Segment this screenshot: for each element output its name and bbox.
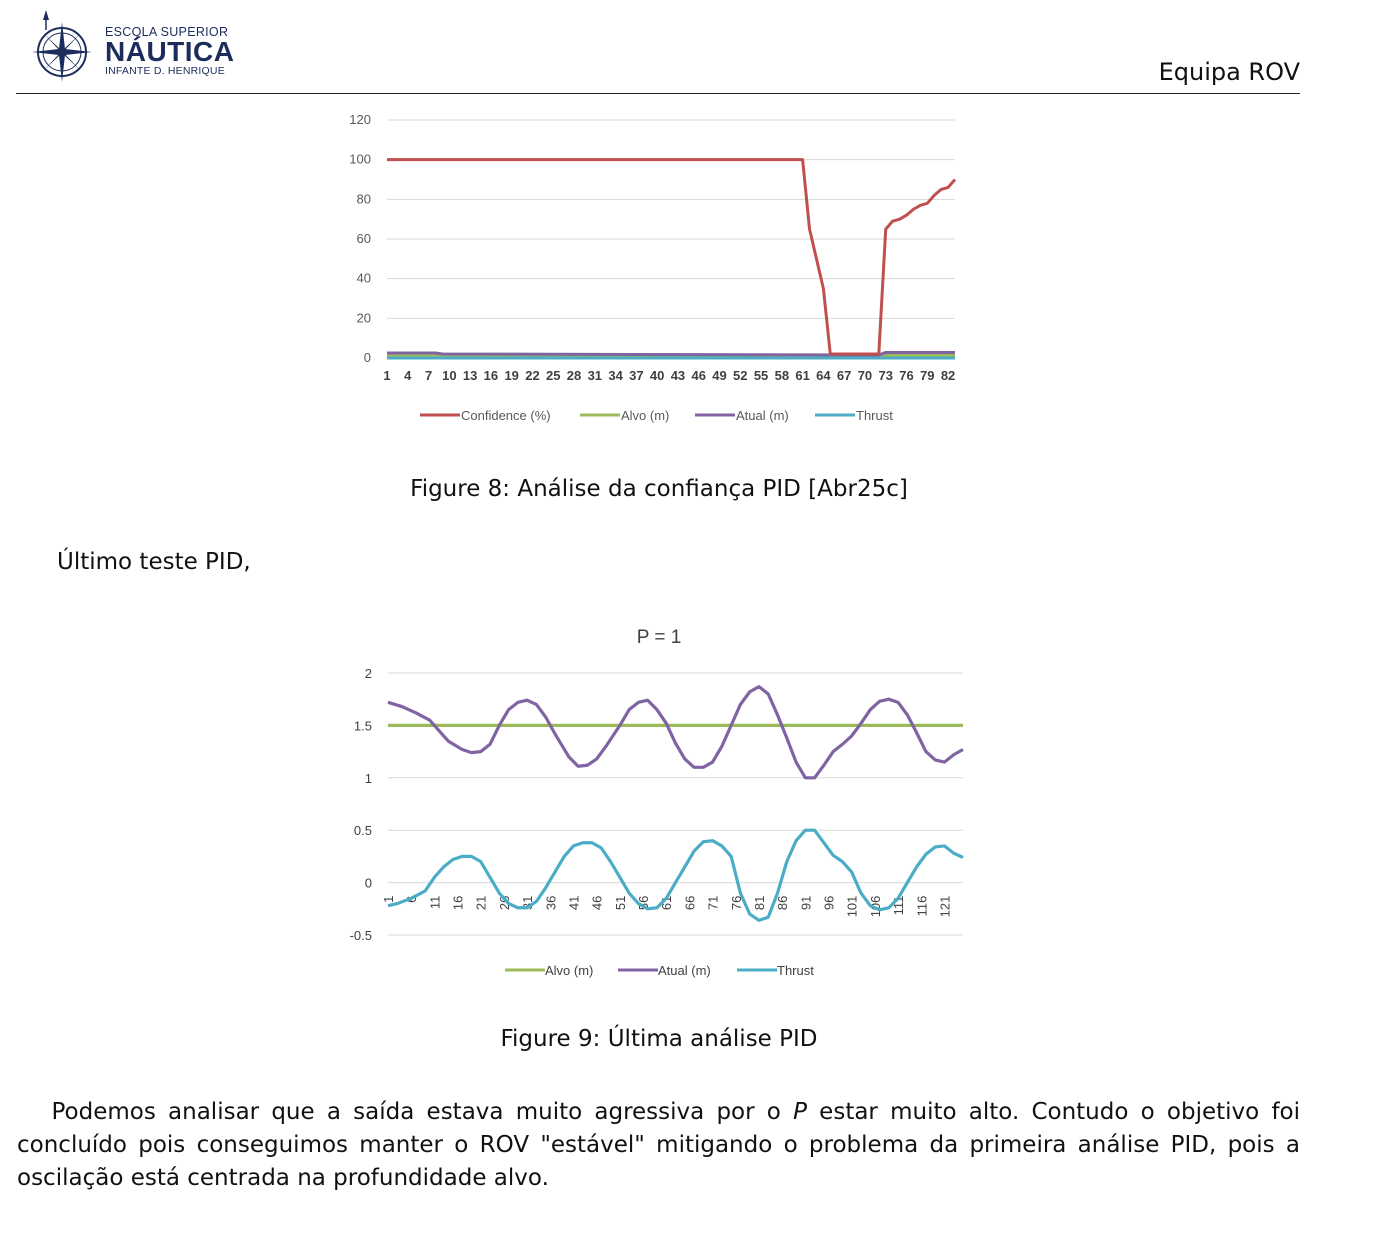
x-tick-label: 67 — [837, 368, 851, 383]
figure-8-caption: Figure 8: Análise da confiança PID [Abr2… — [410, 476, 908, 502]
x-tick-label: 43 — [671, 368, 685, 383]
y-tick-label: 80 — [357, 191, 371, 206]
compass-rose-icon — [32, 10, 92, 82]
legend-label: Alvo (m) — [621, 408, 669, 423]
x-tick-label: 58 — [775, 368, 789, 383]
x-tick-label: 82 — [941, 368, 955, 383]
pid-chart: P = 1-0.500.511.521 6 11 16 21 26 31 36 41 46 51 56… — [350, 627, 964, 978]
logo-line-3: INFANTE D. HENRIQUE — [105, 65, 225, 77]
paragraph-p-variable: P — [793, 1099, 807, 1125]
y-tick-label: 1.5 — [354, 718, 372, 733]
school-logo: ESCOLA SUPERIOR NÁUTICA INFANTE D. HENRI… — [22, 8, 235, 86]
x-tick-label: 91 — [798, 896, 813, 910]
x-tick-label: 34 — [608, 368, 623, 383]
x-tick-label: 7 — [425, 368, 432, 383]
logo-line-2: NÁUTICA — [105, 36, 235, 67]
x-tick-label: 36 — [543, 896, 558, 910]
x-tick-label: 40 — [650, 368, 664, 383]
x-tick-label: 61 — [795, 368, 809, 383]
x-tick-label: 46 — [590, 896, 605, 910]
paragraph-start: Podemos analisar que a saída estava muit… — [51, 1099, 794, 1125]
x-tick-label: 22 — [525, 368, 539, 383]
x-tick-label: 11 — [427, 896, 442, 910]
x-tick-label: 10 — [442, 368, 456, 383]
logo-wordmark: ESCOLA SUPERIOR NÁUTICA INFANTE D. HENRI… — [105, 25, 235, 77]
x-tick-label: 70 — [858, 368, 872, 383]
legend-label: Thrust — [777, 963, 814, 978]
y-tick-label: 20 — [357, 310, 371, 325]
x-tick-label: 4 — [404, 368, 412, 383]
series-line — [387, 158, 957, 356]
legend-label: Atual (m) — [658, 963, 711, 978]
page-header: ESCOLA SUPERIOR NÁUTICA INFANTE D. HENRI… — [0, 0, 1378, 100]
x-tick-label: 76 — [899, 368, 913, 383]
y-tick-label: 0 — [365, 876, 372, 891]
last-test-text: Último teste PID, — [57, 549, 251, 575]
x-tick-label: 28 — [567, 368, 581, 383]
x-tick-label: 101 — [845, 896, 860, 918]
x-tick-label: 19 — [504, 368, 518, 383]
legend-label: Atual (m) — [736, 408, 789, 423]
x-tick-label: 49 — [712, 368, 726, 383]
legend-label: Alvo (m) — [545, 963, 593, 978]
y-tick-label: -0.5 — [350, 928, 372, 943]
chart-title: P = 1 — [637, 627, 682, 648]
y-tick-label: 2 — [365, 666, 372, 681]
x-tick-label: 46 — [691, 368, 705, 383]
x-tick-label: 73 — [878, 368, 892, 383]
x-tick-label: 121 — [937, 896, 952, 918]
series-line — [387, 685, 964, 780]
x-tick-label: 96 — [822, 896, 837, 910]
y-tick-label: 40 — [357, 271, 371, 286]
x-tick-label: 16 — [484, 368, 498, 383]
y-tick-label: 100 — [349, 152, 371, 167]
analysis-paragraph: Podemos analisar que a saída estava muit… — [17, 1096, 1300, 1195]
x-tick-label: 79 — [920, 368, 934, 383]
header-rule — [16, 93, 1300, 94]
x-tick-label: 81 — [752, 896, 767, 910]
x-tick-label: 51 — [613, 896, 628, 910]
x-tick-label: 16 — [451, 896, 466, 910]
x-tick-label: 31 — [588, 368, 602, 383]
team-name: Equipa ROV — [1158, 58, 1300, 86]
x-tick-label: 64 — [816, 368, 831, 383]
x-tick-label: 52 — [733, 368, 747, 383]
x-tick-label: 13 — [463, 368, 477, 383]
figure-9-caption: Figure 9: Última análise PID — [500, 1026, 818, 1052]
legend-label: Thrust — [856, 408, 893, 423]
y-tick-label: 0.5 — [354, 823, 372, 838]
x-tick-label: 41 — [566, 896, 581, 910]
x-tick-label: 116 — [914, 896, 929, 917]
legend-label: Confidence (%) — [461, 408, 551, 423]
confidence-chart: 0 20 40 60 80 100 120 1 4 7 10 13 16 19 22 25 28 31 34 37 40… — [349, 112, 957, 423]
x-tick-label: 55 — [754, 368, 768, 383]
x-tick-label: 21 — [474, 896, 489, 910]
x-tick-label: 37 — [629, 368, 643, 383]
y-tick-label: 1 — [365, 771, 372, 786]
y-tick-label: 60 — [357, 231, 371, 246]
x-tick-label: 71 — [706, 896, 721, 910]
y-tick-label: 0 — [364, 350, 371, 365]
y-tick-label: 120 — [349, 112, 371, 127]
x-tick-label: 1 — [383, 368, 390, 383]
x-tick-label: 1 — [381, 896, 396, 903]
x-tick-label: 25 — [546, 368, 560, 383]
x-tick-label: 66 — [682, 896, 697, 910]
